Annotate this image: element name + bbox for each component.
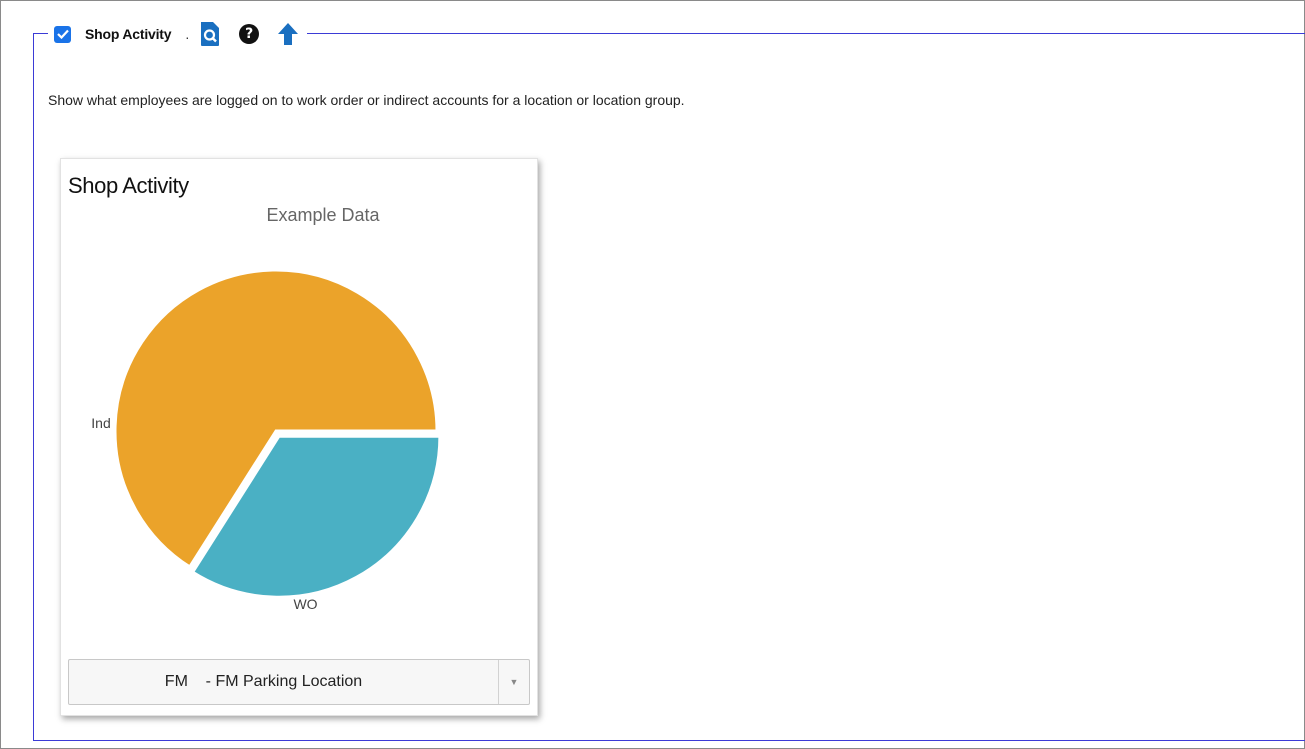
location-select-value: FM - FM Parking Location <box>164 673 363 690</box>
widget-enable-checkbox[interactable] <box>54 25 71 43</box>
chart-card: Shop Activity Example Data Ind WO FM - FM… <box>60 158 538 716</box>
help-icon[interactable]: ? <box>239 24 260 44</box>
preview-icon[interactable] <box>199 21 221 47</box>
widget-header: Shop Activity . ? <box>48 16 308 52</box>
pie-chart: Ind WO <box>91 268 442 612</box>
pie-label-wo: WO <box>293 596 317 612</box>
location-select[interactable]: FM - FM Parking Location ▼ <box>68 659 530 705</box>
checkmark-icon <box>56 29 69 39</box>
widget-description: Show what employees are logged on to wor… <box>48 92 685 108</box>
chevron-down-icon[interactable]: ▼ <box>498 660 529 704</box>
move-up-icon[interactable] <box>277 22 299 46</box>
title-separator: . <box>185 26 190 42</box>
widget-title: Shop Activity <box>85 26 172 42</box>
pie-label-ind: Ind <box>91 415 110 431</box>
